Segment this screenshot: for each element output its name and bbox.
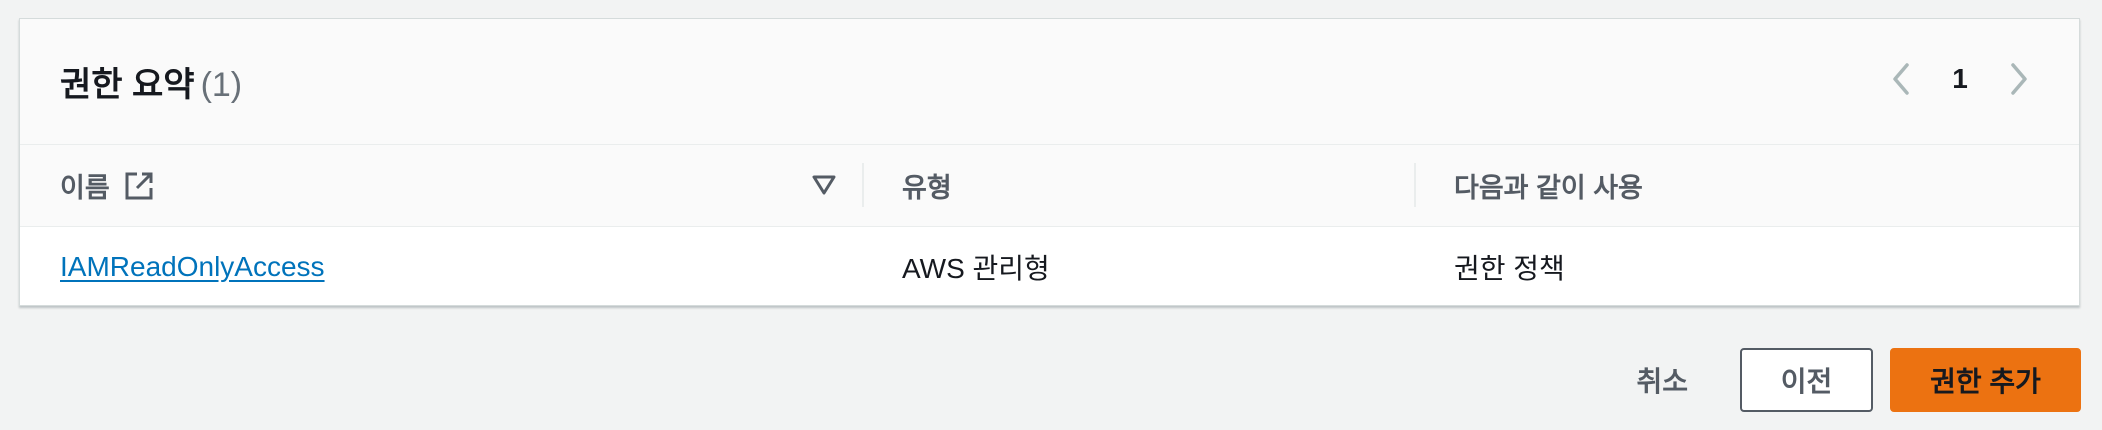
table-row: IAMReadOnlyAccess AWS 관리형 권한 정책 xyxy=(20,227,2079,307)
sort-descending-icon[interactable] xyxy=(810,171,838,199)
column-header-used-as: 다음과 같이 사용 xyxy=(1454,173,1643,203)
table-header: 이름 유형 다음과 같이 사용 xyxy=(20,145,2079,227)
panel-title-count: (1) xyxy=(200,66,243,104)
policy-name-link[interactable]: IAMReadOnlyAccess xyxy=(60,251,325,283)
column-header-type: 유형 xyxy=(902,173,952,203)
policy-used-as-cell: 권한 정책 xyxy=(1454,253,1565,284)
column-divider xyxy=(1414,163,1416,207)
cancel-button[interactable]: 취소 xyxy=(1600,348,1724,412)
chevron-left-icon[interactable] xyxy=(1877,55,1925,103)
panel-title-text: 권한 요약 xyxy=(60,66,195,104)
policy-type-cell: AWS 관리형 xyxy=(902,253,1050,284)
permissions-summary-panel: 권한 요약 (1) 1 이름 유형 다음과 같이 사용 IAMReadOnlyA… xyxy=(19,18,2080,306)
previous-button[interactable]: 이전 xyxy=(1740,348,1873,412)
column-header-name-label: 이름 xyxy=(60,173,110,203)
add-permissions-button[interactable]: 권한 추가 xyxy=(1890,348,2081,412)
pagination: 1 xyxy=(1877,55,2043,103)
panel-title: 권한 요약 (1) xyxy=(60,57,242,106)
chevron-right-icon[interactable] xyxy=(1995,55,2043,103)
external-link-icon xyxy=(124,171,154,201)
policy-name-cell: IAMReadOnlyAccess xyxy=(60,227,325,307)
column-header-name[interactable]: 이름 xyxy=(60,145,154,226)
column-divider xyxy=(862,163,864,207)
current-page-number[interactable]: 1 xyxy=(1925,63,1995,95)
panel-header: 권한 요약 (1) 1 xyxy=(20,19,2079,145)
form-actions: 취소 이전 권한 추가 xyxy=(1600,348,2081,412)
